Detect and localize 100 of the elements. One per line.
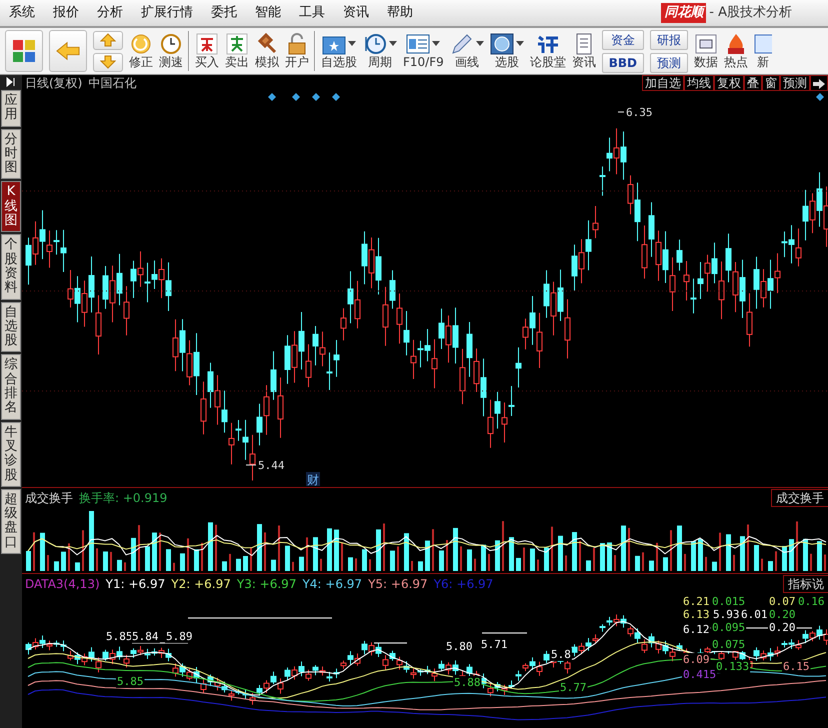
toolbar-button[interactable]: 新 [751,31,776,71]
diamond-icon [268,93,276,101]
side-tab[interactable]: K线图 [1,181,21,232]
side-tab[interactable]: 牛叉诊股 [1,422,21,487]
value-label: 0.133 [716,660,750,673]
pencil-icon [450,33,474,55]
value-label: 5.8 [551,648,571,661]
chart-toolbar-button[interactable]: 叠 [744,75,762,91]
chart-period-label: 日线(复权) [25,75,82,91]
padlock-icon [286,33,308,55]
menu-item[interactable]: 分析 [88,0,132,26]
toolbar-button[interactable]: 卖出 [222,31,252,71]
menu-item[interactable]: 帮助 [378,0,422,26]
side-tab[interactable]: 综合排名 [1,354,21,420]
toolbar-button[interactable]: F10/F9 [400,31,447,71]
level-line [482,632,528,634]
side-tab[interactable]: 个股资料 [1,234,21,300]
toolbar-button[interactable]: 自选股 [318,31,360,71]
value-label: 6.01 [741,608,768,621]
pe-document-icon [694,33,718,55]
value-label: 0.095 [712,621,746,634]
chart-toolbar-button[interactable]: 预测 [780,75,810,91]
toolbar-button[interactable]: 论股堂 [526,31,569,71]
value-label: 0.015 [712,595,746,608]
scroll-up-button[interactable] [93,30,123,50]
indicator-value: Y2: +6.97 [171,576,231,592]
value-label: 5.85 [117,675,144,688]
value-label: 0.415 [683,668,716,681]
chart-toolbar-button[interactable]: 均线 [684,75,714,91]
document-window-icon [406,33,430,55]
scroll-down-button[interactable] [93,52,123,72]
toolbar-button[interactable]: 修正 [126,31,156,71]
toolbar-button[interactable]: 测速 [156,31,186,71]
chart-toolbar-button[interactable]: 加自选 [642,75,684,91]
price-high-label: 6.35 [626,106,652,119]
toolbar-button[interactable]: 周期 [360,31,400,71]
colored-grid-icon [12,39,36,63]
chart-toolbar-button[interactable]: 窗 [762,75,780,91]
caret-icon [389,41,397,47]
indicator-value: Y3: +6.97 [236,576,296,592]
toolbar-button[interactable]: 开户 [282,31,312,71]
diamond-icon [312,93,320,101]
ipo-document-icon [754,33,772,55]
toolbar-button[interactable]: 选股 [486,31,527,71]
value-label: 5.84 [132,630,158,643]
toolbar-button[interactable]: 画线 [446,31,487,71]
window-title: - A股技术分析 [709,4,792,22]
turnover-reading: 换手率: +0.919 [79,490,168,506]
back-button[interactable] [49,30,87,72]
layout-button[interactable] [5,30,43,72]
level-line [374,642,408,644]
toolbar-button[interactable]: BBD [602,52,644,72]
side-tab[interactable]: 分时图 [1,128,21,180]
indicator-value: Y6: +6.97 [434,576,494,592]
panel-name-label: 指标说 [783,574,828,592]
toolbar-button[interactable]: 热点 [721,31,752,71]
next-button[interactable] [810,75,828,91]
down-arrow-icon [100,55,116,69]
toolbar-button[interactable]: 模拟 [252,31,282,71]
value-label: 5.93 [713,608,740,621]
clock-icon [160,33,182,55]
indicator-value: Y1: +6.97 [106,576,166,592]
value-label: 6.09 [683,653,710,666]
panel-title: 成交换手 [25,490,73,506]
value-label: 0.075 [712,638,746,651]
value-label: 5.89 [166,630,192,643]
menu-item[interactable]: 扩展行情 [132,0,202,26]
caret-icon [432,41,440,47]
menu-item[interactable]: 资讯 [334,0,378,26]
panel-name-label: 成交换手 [771,488,828,506]
right-arrow-icon [813,78,825,89]
toolbar-button[interactable]: 资金 [602,30,644,50]
event-marker: 财 [306,472,320,487]
side-tab[interactable]: 应用 [1,90,21,127]
back-arrow-icon [56,41,80,61]
indicator-value: Y4: +6.97 [302,576,362,592]
menu-item[interactable]: 智能 [246,0,290,26]
radar-screen-icon [490,33,514,55]
diamond-icon [816,93,824,101]
caret-icon [348,41,356,47]
value-label: 5.71 [481,638,508,651]
menu-item[interactable]: 工具 [290,0,334,26]
chart-toolbar-button[interactable]: 复权 [714,75,744,91]
menu-item[interactable]: 系统 [0,0,44,26]
diamond-icon [292,93,300,101]
toolbar-button[interactable]: 研报 [650,30,688,50]
sell-glyph-icon [226,33,248,55]
menu-item[interactable]: 报价 [44,0,88,26]
toolbar-button[interactable]: 预测 [650,52,688,72]
side-tab[interactable]: 自选股 [1,302,21,352]
value-label: 5.85 [106,630,132,643]
value-label: 6.21 [683,595,710,608]
toolbar-button[interactable]: 买入 [192,31,222,71]
side-tab[interactable]: 超级盘口 [1,488,21,554]
value-label: 6.15 [783,660,810,673]
menu-item[interactable]: 委托 [202,0,246,26]
toolbar-button[interactable]: 资讯 [568,31,599,71]
value-label: 5.80 [446,640,472,653]
app-logo: 同花顺 [661,3,706,23]
toolbar-button[interactable]: 数据 [691,31,722,71]
